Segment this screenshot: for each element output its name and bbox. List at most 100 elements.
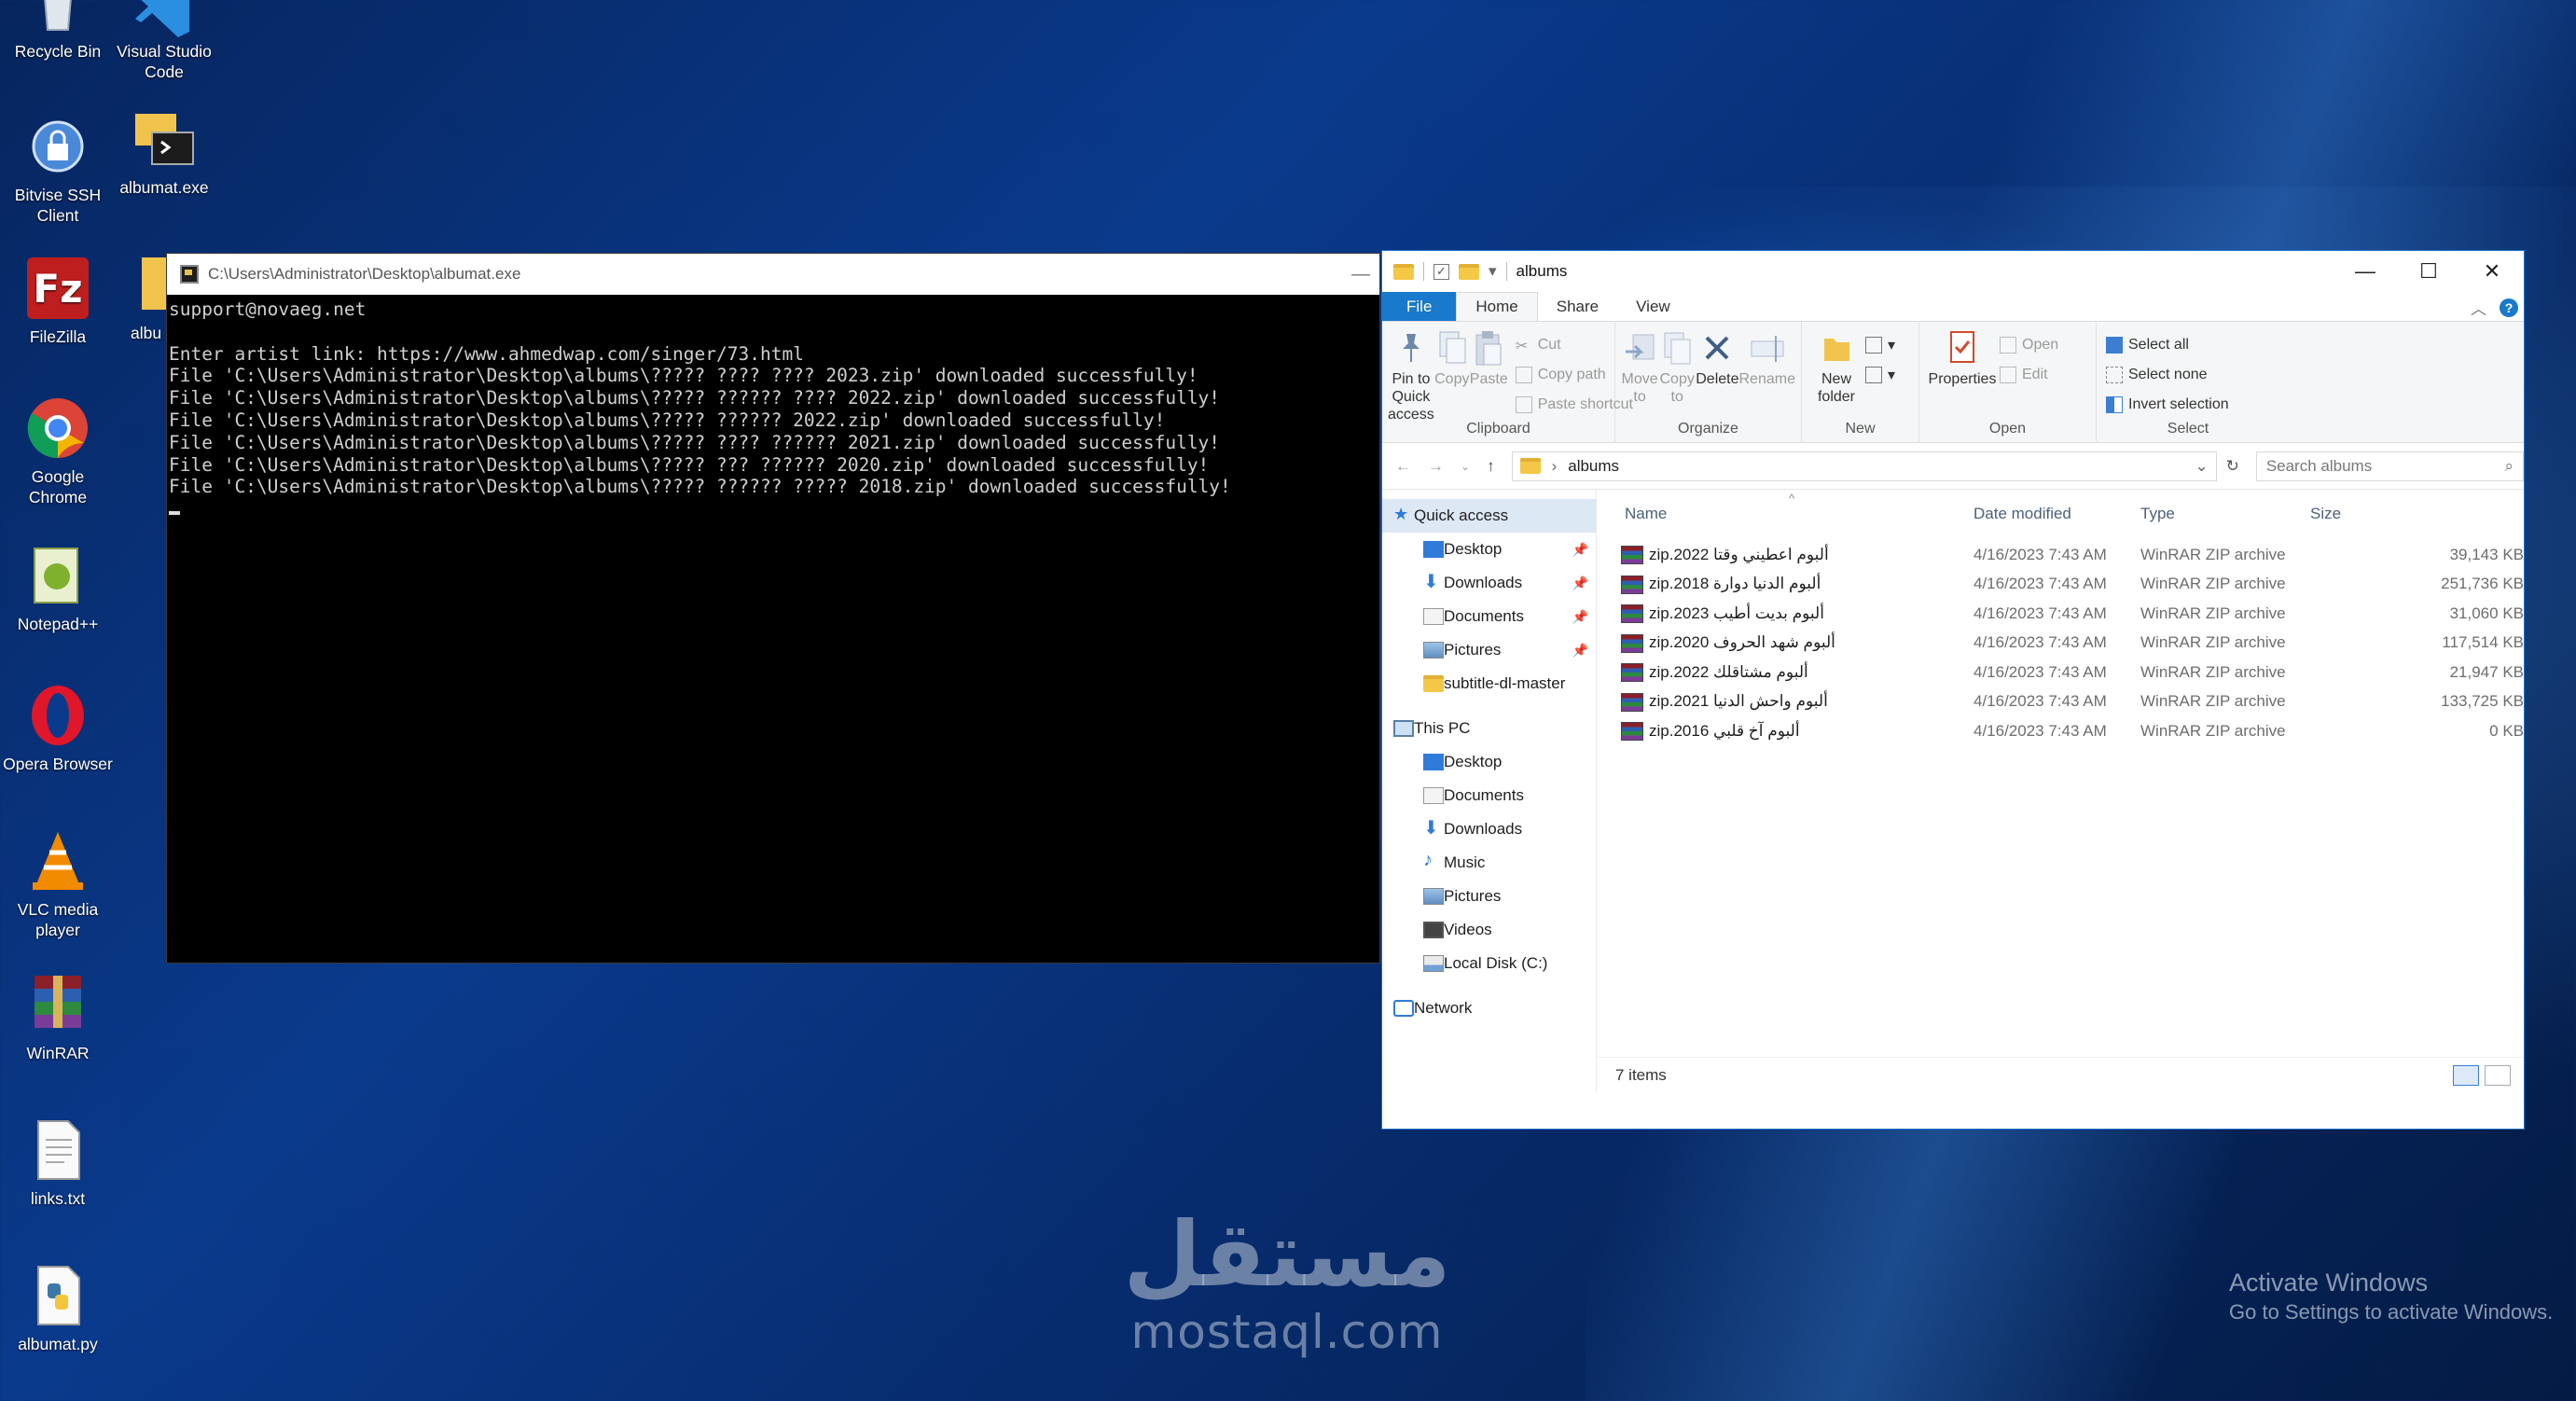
file-row[interactable]: ألبوم آخ قلبي 2016.zip 4/16/2023 7:43 AM W…: [1597, 716, 2524, 746]
file-row[interactable]: ألبوم مشتاقلك 2022.zip 4/16/2023 7:43 AM W…: [1597, 658, 2524, 687]
edit-button[interactable]: Edit: [2000, 363, 2058, 387]
forward-arrow-icon[interactable]: →: [1428, 457, 1444, 476]
nav-pc-downloads[interactable]: ⬇ Downloads: [1382, 812, 1596, 846]
easy-access-button[interactable]: ▾: [1865, 363, 1895, 387]
breadcrumb-chevron-icon[interactable]: ›: [1552, 457, 1558, 476]
file-row[interactable]: ألبوم واحش الدنيا 2021.zip 4/16/2023 7:43…: [1597, 687, 2524, 717]
desktop-icon-albumat-py[interactable]: albumat.py: [2, 1261, 114, 1354]
column-date-modified[interactable]: Date modified: [1974, 505, 2071, 523]
nav-quick-subtitle-dl-master[interactable]: subtitle-dl-master: [1382, 667, 1596, 700]
qat-dropdown-icon[interactable]: ▾: [1489, 262, 1497, 281]
activation-subtitle: Go to Settings to activate Windows.: [2229, 1300, 2554, 1324]
file-type: WinRAR ZIP archive: [2140, 721, 2286, 740]
properties-check-icon[interactable]: ✓: [1433, 263, 1449, 280]
file-name: ألبوم اعطيني وقتا 2022.zip: [1649, 545, 1829, 563]
button-label: Paste: [1469, 371, 1508, 387]
svg-text:Fz: Fz: [33, 266, 82, 312]
console-line: File 'C:\Users\Administrator\Desktop\alb…: [169, 365, 1198, 387]
file-size: 31,060 KB: [2449, 603, 2524, 622]
pin-icon[interactable]: 📌: [1572, 542, 1588, 558]
file-row[interactable]: ألبوم الدنيا دوارة 2018.zip 4/16/2023 7:4…: [1597, 570, 2524, 600]
open-button[interactable]: Open: [2000, 333, 2058, 357]
pin-icon[interactable]: 📌: [1572, 576, 1588, 591]
desktop-icon-notepadpp[interactable]: Notepad++: [2, 541, 114, 634]
desktop-icon-label: Bitvise SSH Client: [14, 186, 102, 225]
desktop-icon-opera[interactable]: Opera Browser: [2, 681, 114, 774]
desktop-icon-albumat-exe[interactable]: albumat.exe: [108, 104, 220, 198]
up-arrow-icon[interactable]: ↑: [1487, 457, 1495, 476]
nav-pc-pictures[interactable]: Pictures: [1382, 880, 1596, 913]
address-bar[interactable]: › albums ⌄: [1511, 451, 2217, 481]
search-box[interactable]: Search albums ⌕: [2255, 451, 2524, 481]
column-name[interactable]: Name: [1625, 505, 1667, 523]
desktop-icon-vlc[interactable]: VLC media player: [2, 826, 114, 940]
recent-locations-chevron-icon[interactable]: ⌄: [1461, 460, 1470, 473]
desktop-icon-albums-folder[interactable]: albu: [131, 254, 170, 343]
desktop-icon-bitvise[interactable]: Bitvise SSH Client: [2, 112, 114, 226]
select-none-button[interactable]: Select none: [2106, 363, 2229, 387]
button-label: Copy path: [1537, 367, 1606, 382]
nav-network[interactable]: Network: [1382, 992, 1596, 1025]
nav-pc-desktop[interactable]: Desktop: [1382, 745, 1596, 779]
file-row[interactable]: ألبوم شهد الحروف 2020.zip 4/16/2023 7:43 …: [1597, 629, 2524, 659]
pin-icon[interactable]: 📌: [1572, 609, 1588, 625]
nav-quick-pictures[interactable]: Pictures 📌: [1382, 633, 1596, 667]
tab-share[interactable]: Share: [1538, 292, 1617, 321]
file-row[interactable]: ألبوم اعطيني وقتا 2022.zip 4/16/2023 7:43…: [1597, 540, 2524, 570]
column-size[interactable]: Size: [2310, 505, 2341, 523]
file-size: 39,143 KB: [2449, 545, 2524, 563]
new-folder-icon[interactable]: [1459, 263, 1479, 280]
activation-notice: Activate Windows Go to Settings to activ…: [2229, 1267, 2553, 1326]
navigation-pane[interactable]: ★ Quick access Desktop 📌 ⬇ Downloads 📌 Docum…: [1382, 490, 1597, 1092]
nav-quick-desktop[interactable]: Desktop 📌: [1382, 533, 1596, 566]
nav-label: Network: [1414, 999, 1473, 1017]
nav-pc-local-disk[interactable]: Local Disk (C:): [1382, 947, 1596, 980]
invert-selection-button[interactable]: Invert selection: [2106, 393, 2229, 417]
window-controls: — ☐ ✕: [2334, 251, 2524, 292]
desktop-icon-vscode[interactable]: Visual Studio Code: [108, 0, 220, 82]
paste-icon: [1471, 329, 1506, 367]
column-type[interactable]: Type: [2140, 505, 2175, 523]
pin-icon[interactable]: 📌: [1572, 643, 1588, 659]
nav-pc-videos[interactable]: Videos: [1382, 913, 1596, 947]
desktop-icon-chrome[interactable]: Google Chrome: [2, 394, 114, 507]
maximize-button[interactable]: ☐: [2397, 251, 2460, 292]
back-arrow-icon[interactable]: ←: [1395, 457, 1411, 476]
collapse-ribbon-icon[interactable]: ︿: [2471, 296, 2486, 319]
nav-quick-downloads[interactable]: ⬇ Downloads 📌: [1382, 566, 1596, 600]
nav-this-pc[interactable]: This PC: [1382, 712, 1596, 745]
nav-pc-documents[interactable]: Documents: [1382, 779, 1596, 812]
explorer-titlebar[interactable]: ✓ ▾ albums — ☐ ✕: [1382, 251, 2524, 292]
new-item-button[interactable]: ▾: [1865, 333, 1895, 357]
console-titlebar[interactable]: C:\Users\Administrator\Desktop\albumat.e…: [167, 254, 1379, 295]
tab-view[interactable]: View: [1617, 292, 1689, 321]
large-icons-view-icon[interactable]: [2485, 1065, 2511, 1086]
view-toggles: [2453, 1065, 2511, 1086]
breadcrumb-current[interactable]: albums: [1568, 457, 1619, 476]
help-icon[interactable]: ?: [2500, 298, 2518, 317]
address-dropdown-icon[interactable]: ⌄: [2195, 457, 2208, 476]
console-output[interactable]: support@novaeg.net Enter artist link: ht…: [167, 295, 1379, 524]
close-button[interactable]: ✕: [2460, 251, 2524, 292]
select-all-button[interactable]: Select all: [2106, 333, 2229, 357]
button-label: Rename: [1738, 371, 1795, 387]
desktop-icon-winrar[interactable]: WinRAR: [2, 970, 114, 1063]
minimize-button[interactable]: —: [2334, 251, 2397, 292]
tab-file[interactable]: File: [1382, 292, 1457, 321]
desktop-icon-recycle-bin[interactable]: Recycle Bin: [2, 0, 114, 62]
file-row[interactable]: ألبوم بديت أطيب 2023.zip 4/16/2023 7:43 A…: [1597, 599, 2524, 629]
file-date: 4/16/2023 7:43 AM: [1974, 721, 2107, 740]
button-label: Copy: [1434, 371, 1470, 387]
desktop-icon-links-txt[interactable]: links.txt: [2, 1116, 114, 1209]
nav-pc-music[interactable]: ♪ Music: [1382, 846, 1596, 880]
tab-home[interactable]: Home: [1456, 292, 1538, 321]
nav-quick-documents[interactable]: Documents 📌: [1382, 600, 1596, 633]
details-view-icon[interactable]: [2453, 1065, 2479, 1086]
console-minimize-button[interactable]: —: [1351, 264, 1370, 285]
nav-quick-access[interactable]: ★ Quick access: [1382, 499, 1596, 533]
refresh-icon[interactable]: ↻: [2226, 457, 2239, 476]
desktop-icon-filezilla[interactable]: Fz FileZilla: [2, 254, 114, 347]
file-list[interactable]: ^ Name Date modified Type Size ألبوم اعط…: [1597, 490, 2524, 1092]
console-window[interactable]: C:\Users\Administrator\Desktop\albumat.e…: [166, 253, 1380, 964]
file-explorer-window[interactable]: ✓ ▾ albums — ☐ ✕ File Home Share View ︿?…: [1381, 250, 2525, 1130]
